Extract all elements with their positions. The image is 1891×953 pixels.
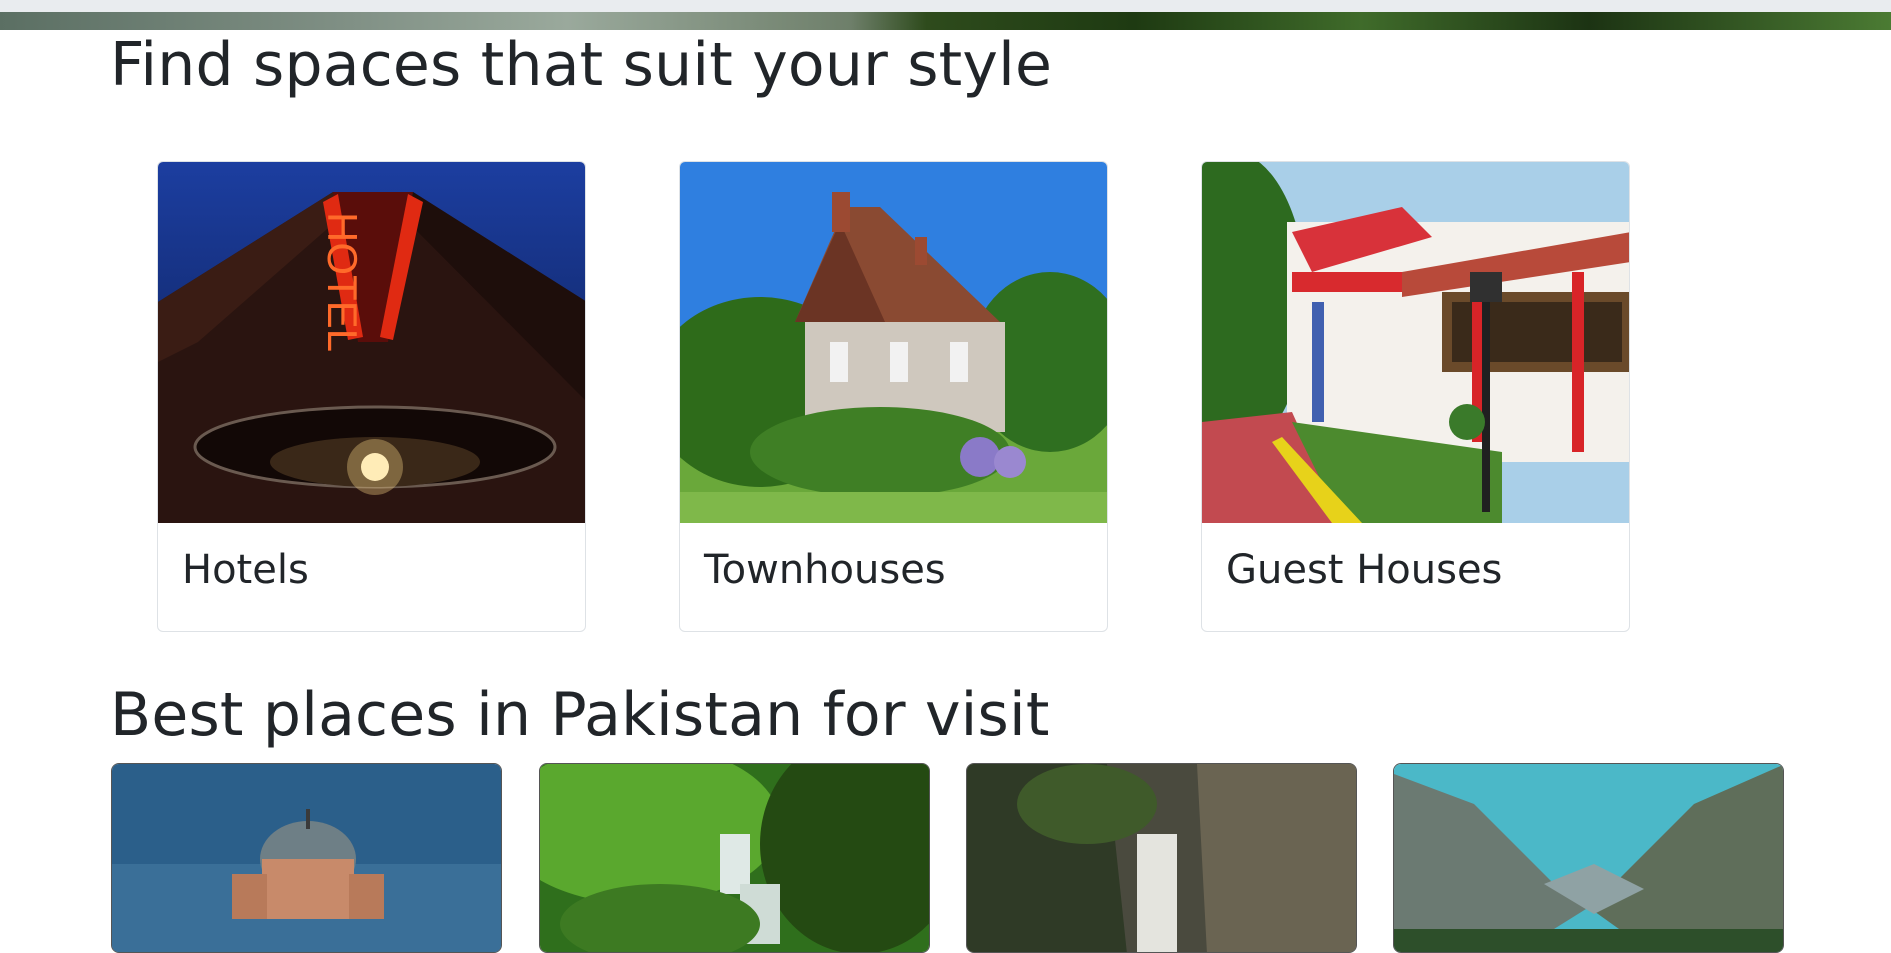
section-title-places: Best places in Pakistan for visit xyxy=(110,680,1050,750)
hero-image-strip xyxy=(0,12,1891,30)
place-card-forest-waterfall[interactable] xyxy=(539,763,930,953)
forest-waterfall-photo xyxy=(540,764,929,952)
canyon-waterfall-photo xyxy=(967,764,1356,952)
place-card-canyon-waterfall[interactable] xyxy=(966,763,1357,953)
style-card-label: Townhouses xyxy=(704,547,946,593)
guest-house-photo xyxy=(1202,162,1629,523)
place-card-mosque[interactable] xyxy=(111,763,502,953)
style-card-label: Hotels xyxy=(182,547,309,593)
section-title-styles: Find spaces that suit your style xyxy=(110,30,1053,100)
svg-text:HOTEL: HOTEL xyxy=(319,212,366,352)
style-card-hotels[interactable]: HOTEL Hotels xyxy=(157,161,586,632)
mosque-dome-photo xyxy=(112,764,501,952)
style-card-guest-houses[interactable]: Guest Houses xyxy=(1201,161,1630,632)
hotel-photo: HOTEL xyxy=(158,162,585,523)
style-card-label: Guest Houses xyxy=(1226,547,1503,593)
style-card-townhouses[interactable]: Townhouses xyxy=(679,161,1108,632)
townhouse-photo xyxy=(680,162,1107,523)
place-card-mountain-valley[interactable] xyxy=(1393,763,1784,953)
mountain-valley-photo xyxy=(1394,764,1783,952)
top-rule xyxy=(0,0,1891,12)
